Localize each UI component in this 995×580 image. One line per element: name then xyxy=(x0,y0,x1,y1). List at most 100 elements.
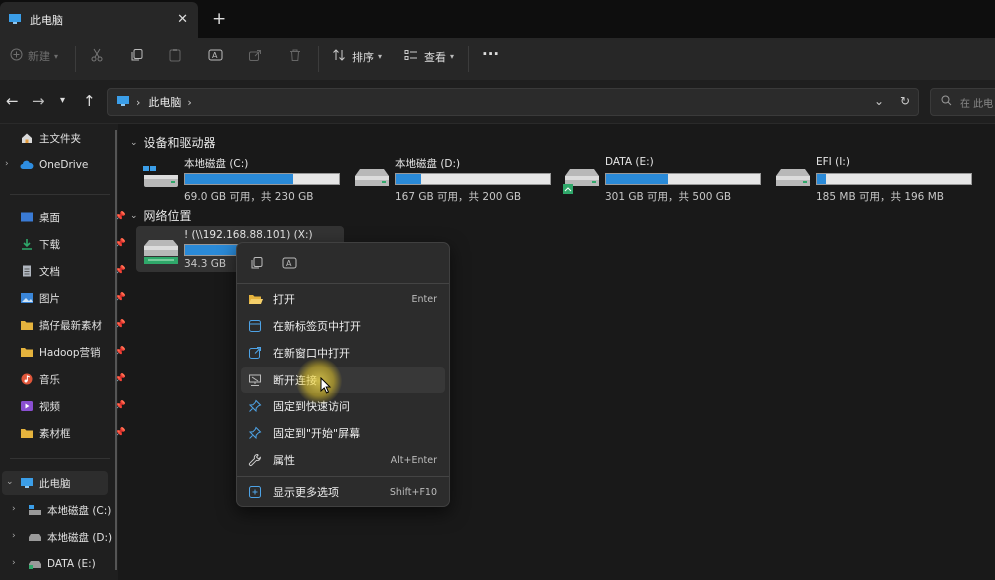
sidebar-item-drive-c[interactable]: 本地磁盘 (C:) xyxy=(28,498,116,522)
sort-icon xyxy=(332,48,346,65)
address-bar[interactable]: › 此电脑 › ⌄ ↻ xyxy=(107,88,919,116)
sidebar-item-onedrive[interactable]: OneDrive xyxy=(20,153,130,177)
drive-icon xyxy=(563,166,601,199)
copy-icon[interactable] xyxy=(247,253,267,273)
monitor-icon xyxy=(8,13,22,28)
sidebar-item-folder[interactable]: 素材框 📌 xyxy=(20,421,130,445)
breadcrumb-chevron-icon[interactable]: › xyxy=(187,96,191,109)
menu-item-disconnect[interactable]: 断开连接 xyxy=(241,367,445,393)
toolbar-divider xyxy=(468,46,469,72)
sidebar-item-downloads[interactable]: 下载 📌 xyxy=(20,232,130,256)
cloud-icon xyxy=(20,159,34,171)
refresh-icon[interactable]: ↻ xyxy=(900,94,910,108)
new-tab-button[interactable]: + xyxy=(212,9,226,29)
paste-button[interactable] xyxy=(168,48,182,65)
scissors-icon xyxy=(90,48,104,65)
menu-item-pin-quick-access[interactable]: 固定到快速访问 xyxy=(241,393,445,419)
sidebar-item-pictures[interactable]: 图片 📌 xyxy=(20,286,130,310)
sidebar-item-drive-e[interactable]: DATA (E:) xyxy=(28,552,116,576)
drive-tile-e[interactable]: DATA (E:) 301 GB 可用，共 500 GB xyxy=(563,152,768,203)
search-placeholder: 在 此电 xyxy=(960,98,994,110)
new-button[interactable]: 新建 ▾ xyxy=(10,48,58,64)
sidebar-item-desktop[interactable]: 桌面 📌 xyxy=(20,205,130,229)
address-history-chevron-icon[interactable]: ⌄ xyxy=(874,94,884,108)
back-arrow-icon[interactable]: ← xyxy=(6,92,19,110)
tab-close-button[interactable]: ✕ xyxy=(177,12,188,27)
menu-item-show-more-options[interactable]: 显示更多选项 Shift+F10 xyxy=(241,479,445,505)
recent-chevron-icon[interactable]: ▾ xyxy=(60,95,65,106)
forward-arrow-icon[interactable]: → xyxy=(32,92,45,110)
sidebar-item-folder[interactable]: Hadoop营销 📌 xyxy=(20,340,130,364)
monitor-icon xyxy=(20,477,34,489)
copy-icon xyxy=(130,48,144,65)
chevron-right-icon[interactable]: › xyxy=(5,159,9,169)
drive-space-text: 167 GB 可用，共 200 GB xyxy=(395,191,522,203)
delete-button[interactable] xyxy=(288,48,302,65)
copy-button[interactable] xyxy=(130,48,144,65)
sidebar-item-label: 音乐 xyxy=(39,373,60,386)
sidebar-item-label: 视频 xyxy=(39,400,60,413)
sidebar-item-videos[interactable]: 视频 📌 xyxy=(20,394,130,418)
menu-item-open-new-tab[interactable]: 在新标签页中打开 xyxy=(241,313,445,339)
system-drive-icon xyxy=(142,158,180,191)
drive-icon xyxy=(774,166,812,191)
rename-icon[interactable]: A xyxy=(279,253,299,273)
drive-tile-c[interactable]: 本地磁盘 (C:) 69.0 GB 可用，共 230 GB xyxy=(142,152,347,203)
sidebar-item-label: 下载 xyxy=(39,238,60,251)
drive-usage-bar xyxy=(816,173,972,185)
sidebar-item-label: 素材框 xyxy=(39,427,71,440)
menu-item-pin-start[interactable]: 固定到"开始"屏幕 xyxy=(241,420,445,446)
sidebar-divider xyxy=(10,194,110,195)
search-box[interactable]: 在 此电 xyxy=(930,88,995,116)
group-header-devices[interactable]: ⌄ 设备和驱动器 xyxy=(130,134,216,151)
menu-item-open-new-window[interactable]: 在新窗口中打开 xyxy=(241,340,445,366)
view-list-icon xyxy=(404,48,418,65)
share-button[interactable] xyxy=(248,48,262,65)
more-options-button[interactable]: ··· xyxy=(482,45,499,63)
pin-icon xyxy=(247,425,263,441)
chevron-right-icon[interactable]: › xyxy=(12,531,16,541)
drive-name: 本地磁盘 (C:) xyxy=(184,158,249,170)
document-icon xyxy=(20,265,34,277)
sidebar-item-label: 主文件夹 xyxy=(39,132,81,145)
chevron-right-icon[interactable]: › xyxy=(12,558,16,568)
view-label: 查看 xyxy=(424,50,446,64)
sort-button[interactable]: 排序 ▾ xyxy=(332,48,382,65)
menu-item-open[interactable]: 打开 Enter xyxy=(241,286,445,312)
tab-this-pc[interactable]: 此电脑 ✕ xyxy=(0,2,198,38)
svg-text:A: A xyxy=(212,51,218,60)
sidebar-item-label: OneDrive xyxy=(39,159,89,171)
up-arrow-icon[interactable]: ↑ xyxy=(83,92,96,110)
drive-name: 本地磁盘 (D:) xyxy=(395,158,461,170)
sidebar-item-home[interactable]: 主文件夹 xyxy=(20,126,130,150)
sidebar-item-drive-d[interactable]: 本地磁盘 (D:) xyxy=(28,525,116,549)
sidebar-scrollbar[interactable] xyxy=(115,130,117,570)
sidebar-item-music[interactable]: 音乐 📌 xyxy=(20,367,130,391)
drive-space-text: 69.0 GB 可用，共 230 GB xyxy=(184,191,314,203)
address-row: ← → ▾ ↑ › 此电脑 › ⌄ ↻ 在 此电 xyxy=(0,80,995,124)
drive-usage-fill xyxy=(606,174,668,184)
sidebar-item-folder[interactable]: 搞仔最新素材 📌 xyxy=(20,313,130,337)
pin-icon xyxy=(247,398,263,414)
cut-button[interactable] xyxy=(90,48,104,65)
menu-item-properties[interactable]: 属性 Alt+Enter xyxy=(241,447,445,473)
plus-circle-icon xyxy=(10,48,23,64)
menu-item-label: 固定到"开始"屏幕 xyxy=(273,427,361,440)
picture-icon xyxy=(20,292,34,304)
rename-button[interactable]: A xyxy=(208,48,223,65)
sidebar-item-label: Hadoop营销 xyxy=(39,346,101,359)
chevron-right-icon[interactable]: › xyxy=(12,504,16,514)
breadcrumb-this-pc[interactable]: 此电脑 xyxy=(148,94,181,110)
sidebar-item-this-pc[interactable]: 此电脑 xyxy=(2,471,108,495)
drive-tile-i[interactable]: EFI (I:) 185 MB 可用，共 196 MB xyxy=(774,152,979,203)
chevron-down-icon[interactable]: ⌄ xyxy=(6,477,14,487)
sidebar-item-label: 桌面 xyxy=(39,211,60,224)
toolbar-divider xyxy=(75,46,76,72)
sidebar-item-label: 搞仔最新素材 xyxy=(39,319,102,332)
drive-tile-d[interactable]: 本地磁盘 (D:) 167 GB 可用，共 200 GB xyxy=(353,152,558,203)
view-button[interactable]: 查看 ▾ xyxy=(404,48,454,65)
group-header-network[interactable]: ⌄ 网络位置 xyxy=(130,207,192,224)
title-bar: 此电脑 ✕ + xyxy=(0,0,995,38)
sidebar-item-documents[interactable]: 文档 📌 xyxy=(20,259,130,283)
home-icon xyxy=(20,132,34,144)
